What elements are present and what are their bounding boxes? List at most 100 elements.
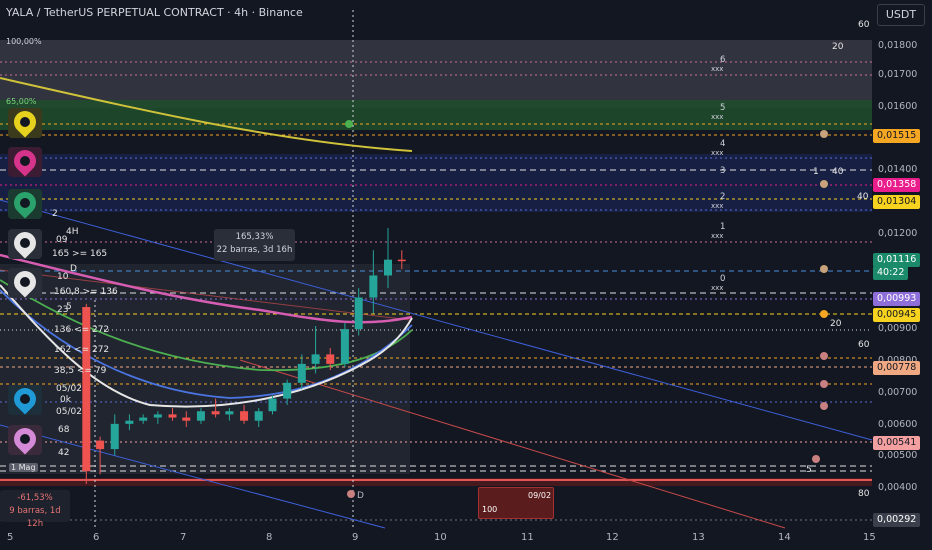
alert-pin-box[interactable] [8,383,42,415]
event-chip[interactable]: 09/02 100 [478,487,554,519]
y-tick: 0,00900 [878,323,918,334]
candle-body [182,417,191,421]
map-pin-icon [9,423,41,455]
day-marker: D [357,491,364,501]
alert-pin-box[interactable] [8,106,42,138]
candle-body [326,354,335,364]
candle-body [196,411,205,421]
label-09: 09 [56,235,68,245]
candle-body [110,423,119,450]
label-r1: 1 [813,167,819,177]
zone-65-label: 65,00% [6,97,37,106]
candle-body [254,411,263,421]
label-10: 10 [57,272,69,282]
y-tick: 0,00400 [878,482,918,493]
x-tick: 8 [266,532,273,543]
map-pin-icon [9,187,41,219]
x-tick: 14 [778,532,791,543]
label-r5: 5 [806,465,812,475]
candle-body [96,440,105,450]
alert-pin-box[interactable] [8,187,42,219]
label-5: 5 [66,302,72,312]
candle-body [369,275,378,298]
event-dot [820,380,828,388]
measure-down-pct: -61,53% [17,493,53,503]
candle-body [139,417,148,421]
map-pin-icon [9,145,41,177]
candle-body [125,420,134,424]
fib-level-x: xxx [711,113,724,121]
candle-body [211,411,220,415]
price-tag: 0,01358 [873,178,921,192]
chart-title: YALA / TetherUS PERPETUAL CONTRACT · 4h … [6,6,303,19]
candle-body [225,411,234,415]
fib-level: 2 [720,192,726,202]
candle-body [240,411,249,421]
map-pin-icon [9,266,41,298]
measure-up-pct: 165,33% [235,232,274,242]
label-r80: 80 [858,489,870,499]
x-tick: 12 [606,532,619,543]
alert-pin-box[interactable] [8,423,42,455]
chip-date: 09/02 [528,491,552,500]
fib-level: 6 [720,55,726,65]
x-tick: 5 [7,532,14,543]
measure-down-bars: 9 barras, 1d 12h [9,506,61,529]
fib-level: 0 [720,274,726,284]
x-tick: 6 [93,532,100,543]
label-r60b: 60 [858,340,870,350]
price-tag: 0,00292 [873,513,921,527]
price-tag: 0,01304 [873,195,921,209]
y-tick: 0,01800 [878,40,918,51]
countdown-tag: 40:22 [873,266,909,280]
fib-level: 4 [720,139,726,149]
zone-blue [0,154,872,212]
last-price-tag: 0,01116 [873,253,921,267]
x-tick: 7 [180,532,187,543]
fib-level: 1 [720,222,726,232]
fib-level-x: xxx [711,202,724,210]
y-tick: 0,00500 [878,450,918,461]
y-tick: 0,01400 [878,164,918,175]
x-tick: 13 [692,532,705,543]
label-38-5: 38,5 <= 79 [54,366,107,376]
price-tag: 0,00993 [873,292,921,306]
chart-canvas[interactable] [0,0,932,550]
fib-level-x: xxx [711,232,724,240]
mag-badge: 1 Mag [9,463,38,472]
fib-level-x: xxx [711,65,724,73]
event-dot [347,490,355,498]
x-tick: 10 [434,532,447,543]
candle-body [168,414,177,418]
label-r20a: 20 [832,42,844,52]
label-r20b: 20 [830,319,842,329]
event-dot [812,455,820,463]
y-tick: 0,00700 [878,387,918,398]
candle-body [297,363,306,383]
label-4h: 4H [66,227,79,237]
y-tick: 0,01600 [878,101,918,112]
label-d: D [70,264,77,274]
label-162: 162 <= 272 [54,345,110,355]
label-2: 2 [52,209,58,219]
label-r60a: 60 [858,20,870,30]
zone-100-label: 100,00% [6,37,42,46]
y-tick: 0,01200 [878,228,918,239]
label-0502b: 05/02 [56,407,82,417]
price-tag: 0,00945 [873,308,921,322]
label-165: 165 >= 165 [52,249,108,259]
alert-pin-box[interactable] [8,266,42,298]
alert-pin-box[interactable] [8,227,42,259]
y-tick: 0,01700 [878,69,918,80]
map-pin-icon [9,383,41,415]
event-dot [820,352,828,360]
candle-body [384,259,393,276]
label-r40a: 40 [832,167,844,177]
label-0k: 0k [60,395,71,405]
x-tick: 9 [352,532,359,543]
alert-pin-box[interactable] [8,145,42,177]
label-42: 42 [58,448,70,458]
label-136: 136 <= 272 [54,325,110,335]
price-tag: 0,00778 [873,361,921,375]
currency-button[interactable]: USDT [877,4,925,26]
